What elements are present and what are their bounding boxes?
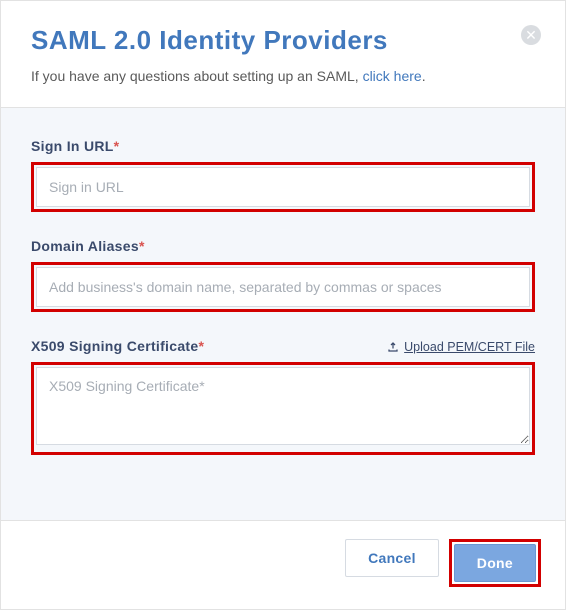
modal-body: Sign In URL* Domain Aliases* X509 Signin… — [1, 107, 565, 520]
signin-url-input[interactable] — [36, 167, 530, 207]
close-icon: ✕ — [525, 28, 537, 42]
x509-textarea[interactable] — [36, 367, 530, 445]
close-button[interactable]: ✕ — [521, 25, 541, 45]
subtitle-text-pre: If you have any questions about setting … — [31, 68, 363, 84]
upload-link-text: Upload PEM/CERT File — [404, 340, 535, 354]
required-asterisk: * — [114, 138, 120, 154]
upload-pem-link[interactable]: Upload PEM/CERT File — [387, 340, 535, 354]
saml-modal: ✕ SAML 2.0 Identity Providers If you hav… — [0, 0, 566, 610]
cancel-button[interactable]: Cancel — [345, 539, 439, 577]
highlight-frame: Done — [449, 539, 541, 587]
upload-icon — [387, 341, 399, 353]
highlight-frame — [31, 362, 535, 455]
modal-title: SAML 2.0 Identity Providers — [31, 25, 535, 56]
form-group-x509: X509 Signing Certificate* Upload PEM/CER… — [31, 338, 535, 455]
domain-aliases-label: Domain Aliases* — [31, 238, 535, 254]
modal-footer: Cancel Done — [1, 520, 565, 609]
form-group-domain-aliases: Domain Aliases* — [31, 238, 535, 312]
domain-aliases-input[interactable] — [36, 267, 530, 307]
domain-aliases-label-text: Domain Aliases — [31, 238, 139, 254]
help-link[interactable]: click here — [363, 68, 422, 84]
x509-label-text: X509 Signing Certificate — [31, 338, 198, 354]
form-group-signin-url: Sign In URL* — [31, 138, 535, 212]
required-asterisk: * — [139, 238, 145, 254]
modal-subtitle: If you have any questions about setting … — [31, 66, 535, 87]
highlight-frame — [31, 262, 535, 312]
x509-label: X509 Signing Certificate* — [31, 338, 204, 354]
required-asterisk: * — [198, 338, 204, 354]
subtitle-text-post: . — [422, 68, 426, 84]
modal-header: ✕ SAML 2.0 Identity Providers If you hav… — [1, 1, 565, 107]
done-button[interactable]: Done — [454, 544, 536, 582]
signin-url-label: Sign In URL* — [31, 138, 535, 154]
signin-url-label-text: Sign In URL — [31, 138, 114, 154]
highlight-frame — [31, 162, 535, 212]
cert-header-row: X509 Signing Certificate* Upload PEM/CER… — [31, 338, 535, 354]
